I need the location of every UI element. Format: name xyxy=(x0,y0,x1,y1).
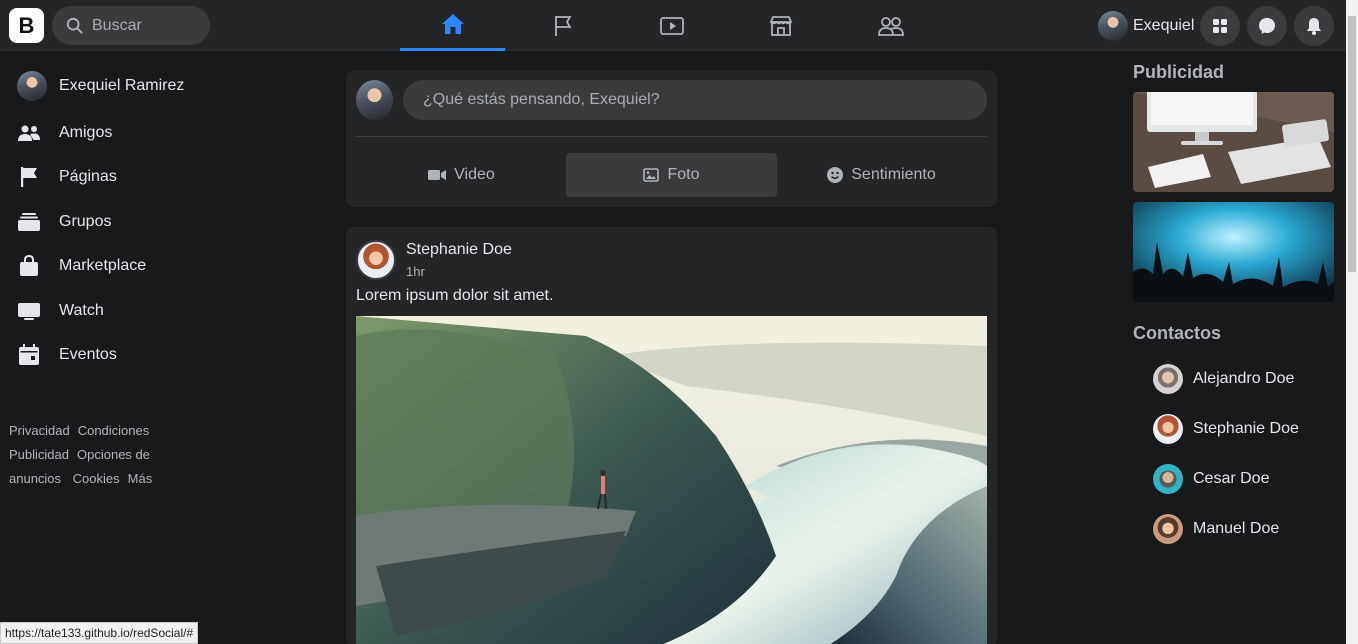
sidebar-profile-name: Exequiel Ramirez xyxy=(59,77,185,94)
top-navigation-bar: B Exequiel xyxy=(0,0,1346,51)
contact-item[interactable]: Alejandro Doe xyxy=(1143,364,1294,394)
search-box[interactable] xyxy=(52,6,210,45)
footer-link[interactable]: Más xyxy=(128,471,153,486)
monitor-icon xyxy=(17,299,41,323)
composer-input-box[interactable] xyxy=(403,80,987,120)
profile-chip[interactable]: Exequiel xyxy=(1093,11,1194,41)
video-button-label: Video xyxy=(454,166,495,183)
messenger-button[interactable] xyxy=(1247,6,1287,46)
post-image[interactable] xyxy=(356,316,987,644)
post-author[interactable]: Stephanie Doe xyxy=(406,241,512,259)
calendar-icon xyxy=(17,343,41,367)
friends-icon xyxy=(17,121,41,145)
menu-button[interactable] xyxy=(1200,6,1240,46)
avatar xyxy=(1153,364,1183,394)
sidebar-item-paginas[interactable]: Páginas xyxy=(17,162,117,192)
shopping-bag-icon xyxy=(17,254,41,278)
scrollbar-thumb[interactable] xyxy=(1348,16,1356,272)
search-input[interactable] xyxy=(92,16,202,35)
sidebar-item-grupos[interactable]: Grupos xyxy=(17,207,111,237)
footer-links: Privacidad Condiciones Publicidad Opciones… xyxy=(9,419,179,491)
contact-item[interactable]: Stephanie Doe xyxy=(1143,414,1299,444)
grid-menu-icon xyxy=(1213,19,1227,33)
bell-icon xyxy=(1307,18,1321,35)
marketplace-icon xyxy=(769,15,792,36)
smiley-icon xyxy=(827,167,844,183)
avatar xyxy=(17,71,47,101)
footer-link[interactable]: Publicidad xyxy=(9,447,69,462)
notifications-button[interactable] xyxy=(1294,6,1334,46)
home-icon xyxy=(441,14,464,34)
contact-name: Alejandro Doe xyxy=(1193,370,1295,387)
flag-icon xyxy=(17,165,41,189)
groups-icon xyxy=(17,210,41,234)
profile-name: Exequiel xyxy=(1133,17,1195,34)
post-timestamp[interactable]: 1hr xyxy=(406,264,425,279)
contact-name: Manuel Doe xyxy=(1193,520,1280,537)
feed-post: Stephanie Doe 1hr Lorem ipsum dolor sit … xyxy=(346,227,997,644)
photo-button[interactable]: Foto xyxy=(566,153,777,197)
feeling-button-label: Sentimiento xyxy=(851,166,936,183)
sidebar-item-label: Grupos xyxy=(59,213,112,230)
avatar[interactable] xyxy=(356,240,396,280)
footer-link[interactable]: Condiciones xyxy=(78,423,150,438)
ad-image-concert[interactable] xyxy=(1133,202,1334,302)
nav-tab-home[interactable] xyxy=(400,0,505,51)
sidebar-item-label: Marketplace xyxy=(59,257,147,274)
app-logo[interactable]: B xyxy=(9,8,44,43)
sidebar-item-label: Eventos xyxy=(59,346,117,363)
post-text: Lorem ipsum dolor sit amet. xyxy=(356,287,554,304)
photo-button-label: Foto xyxy=(667,166,700,183)
sidebar-item-amigos[interactable]: Amigos xyxy=(17,118,112,148)
contact-item[interactable]: Manuel Doe xyxy=(1143,514,1279,544)
avatar xyxy=(1153,464,1183,494)
avatar xyxy=(1098,11,1128,41)
nav-tab-watch[interactable] xyxy=(619,0,724,51)
sidebar-item-watch[interactable]: Watch xyxy=(17,296,104,326)
ad-image-workspace[interactable] xyxy=(1133,92,1334,192)
video-button[interactable]: Video xyxy=(356,153,567,197)
footer-link[interactable]: Privacidad xyxy=(9,423,70,438)
ads-title: Publicidad xyxy=(1133,62,1225,82)
status-bar-url: https://tate133.github.io/redSocial/# xyxy=(0,622,199,644)
sidebar-item-label: Watch xyxy=(59,302,104,319)
post-composer: Video Foto Sentimiento xyxy=(346,70,997,207)
watch-icon xyxy=(659,16,684,35)
contact-name: Cesar Doe xyxy=(1193,470,1270,487)
photo-icon xyxy=(643,168,660,182)
avatar xyxy=(1153,414,1183,444)
avatar xyxy=(1153,514,1183,544)
page-scrollbar[interactable] xyxy=(1346,0,1358,644)
video-camera-icon xyxy=(428,170,447,180)
contact-name: Stephanie Doe xyxy=(1193,420,1299,437)
contacts-title: Contactos xyxy=(1133,323,1222,343)
nav-tab-pages[interactable] xyxy=(511,0,616,51)
nav-tab-marketplace[interactable] xyxy=(728,0,833,51)
chat-bubble-icon xyxy=(1259,18,1275,34)
divider xyxy=(356,136,987,137)
contact-item[interactable]: Cesar Doe xyxy=(1143,464,1269,494)
sidebar-profile[interactable]: Exequiel Ramirez xyxy=(17,71,184,101)
groups-icon xyxy=(877,16,904,36)
sidebar-item-label: Páginas xyxy=(59,168,117,185)
composer-input[interactable] xyxy=(423,91,987,109)
pages-flag-icon xyxy=(554,15,572,36)
sidebar-item-eventos[interactable]: Eventos xyxy=(17,340,117,370)
feeling-button[interactable]: Sentimiento xyxy=(776,153,987,197)
sidebar-item-marketplace[interactable]: Marketplace xyxy=(17,251,146,281)
search-icon xyxy=(66,17,83,34)
footer-link[interactable]: Cookies xyxy=(73,471,120,486)
avatar xyxy=(356,80,393,120)
sidebar-item-label: Amigos xyxy=(59,124,113,141)
nav-tab-groups[interactable] xyxy=(838,0,943,51)
